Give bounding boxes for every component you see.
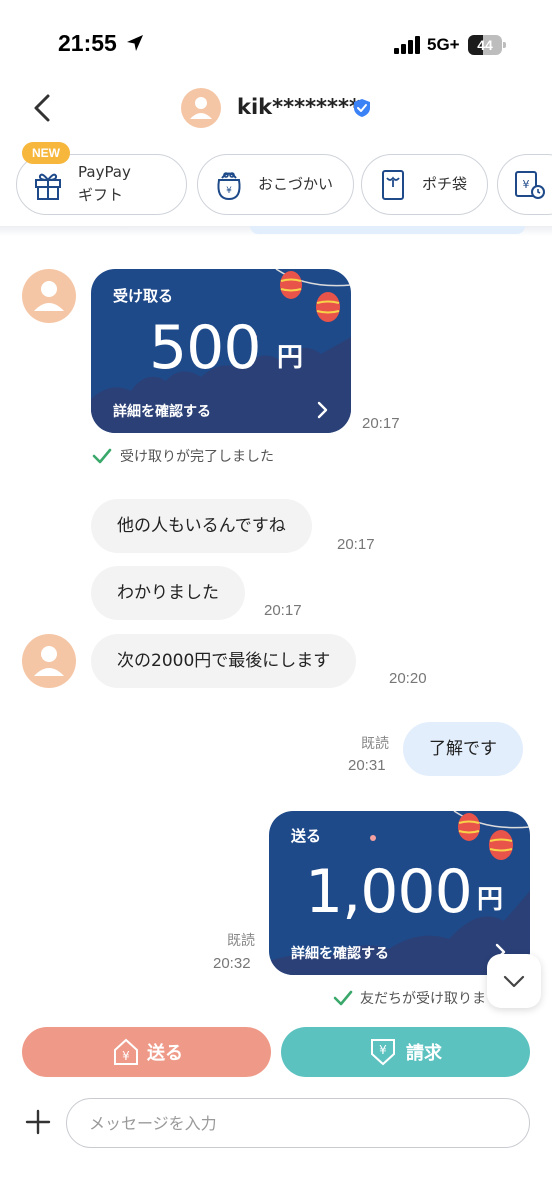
partner-avatar[interactable] [22, 269, 76, 323]
header-avatar[interactable] [181, 88, 221, 128]
calendar-yen-icon: ¥ [515, 171, 545, 199]
card-currency: 円 [477, 885, 504, 915]
location-arrow-icon [127, 35, 143, 51]
card-label: 受け取る [113, 287, 174, 305]
gift-icon [35, 173, 61, 200]
envelope-icon [382, 170, 404, 200]
back-chevron-icon[interactable] [26, 88, 62, 128]
send-yen-icon: ¥ [114, 1038, 138, 1065]
battery-percent: 44 [477, 37, 493, 53]
svg-text:¥: ¥ [226, 186, 232, 196]
okozukai-button[interactable]: ¥ おこづかい [197, 154, 354, 215]
message-bubble[interactable]: わかりました [91, 566, 245, 620]
sent-money-card[interactable]: 送る 1,000 円 詳細を確認する [269, 811, 530, 975]
message-bubble[interactable]: 次の2000円で最後にします [91, 634, 357, 688]
scroll-down-button[interactable] [487, 954, 541, 1008]
send-money-button[interactable]: ¥ 送る [22, 1027, 271, 1077]
pochibukuro-label: ポチ袋 [422, 175, 468, 193]
send-label: 送る [147, 1043, 183, 1064]
status-time: 21:55 [58, 30, 117, 56]
card-details-link[interactable]: 詳細を確認する [113, 401, 211, 421]
chevron-down-icon [503, 975, 525, 988]
coin-purse-icon: ¥ [217, 172, 241, 201]
message-input[interactable] [66, 1098, 530, 1148]
message-time: 20:17 [264, 602, 302, 619]
person-icon [34, 646, 64, 676]
chevron-right-icon [317, 401, 328, 419]
card-label: 送る [291, 827, 322, 845]
partner-avatar[interactable] [22, 634, 76, 688]
received-status: 受け取りが完了しました [120, 449, 274, 465]
new-badge: NEW [22, 142, 70, 164]
message-time: 20:31 [348, 757, 386, 774]
received-money-card[interactable]: 受け取る 500 円 詳細を確認する [91, 269, 351, 433]
scheduled-transfer-button[interactable]: ¥ [497, 154, 552, 215]
battery-icon: 44 [468, 35, 506, 55]
card-amount: 1,000 [305, 857, 473, 927]
message-time: 20:32 [213, 955, 251, 972]
request-yen-icon: ¥ [371, 1039, 395, 1066]
message-time: 20:17 [362, 415, 400, 432]
check-icon [333, 990, 353, 1006]
check-icon [92, 448, 112, 464]
chat-partner-name[interactable]: kik******** [237, 95, 360, 119]
network-label: 5G+ [427, 35, 460, 54]
message-bubble[interactable]: 他の人もいるんですね [91, 499, 312, 553]
verified-badge-icon [354, 99, 370, 117]
message-time: 20:17 [337, 536, 375, 553]
read-receipt: 既読 [227, 933, 255, 949]
my-message-bubble[interactable]: 了解です [403, 722, 523, 776]
svg-text:¥: ¥ [379, 1043, 387, 1057]
request-money-button[interactable]: ¥ 請求 [281, 1027, 530, 1077]
okozukai-label: おこづかい [258, 175, 334, 193]
paypay-gift-label-2: ギフト [78, 186, 124, 204]
read-receipt: 既読 [361, 736, 389, 752]
previous-message-edge [250, 226, 525, 234]
plus-icon[interactable] [24, 1108, 52, 1136]
message-time: 20:20 [389, 670, 427, 687]
status-bar: 21:55 5G+ 44 [0, 0, 552, 90]
cellular-signal-icon [394, 36, 420, 54]
svg-text:¥: ¥ [122, 1049, 130, 1063]
paypay-gift-label-1: PayPay [78, 163, 131, 181]
person-icon [34, 281, 64, 311]
request-label: 請求 [406, 1043, 442, 1064]
pochibukuro-button[interactable]: ポチ袋 [361, 154, 488, 215]
card-details-link[interactable]: 詳細を確認する [291, 943, 389, 963]
sent-status: 友だちが受け取りま [360, 991, 486, 1007]
svg-text:¥: ¥ [523, 178, 530, 191]
card-currency: 円 [277, 343, 304, 373]
quick-actions-bar: PayPay ギフト ¥ おこづかい ポチ袋 ¥ [0, 146, 552, 226]
person-icon [190, 97, 212, 119]
card-amount: 500 [149, 313, 262, 383]
